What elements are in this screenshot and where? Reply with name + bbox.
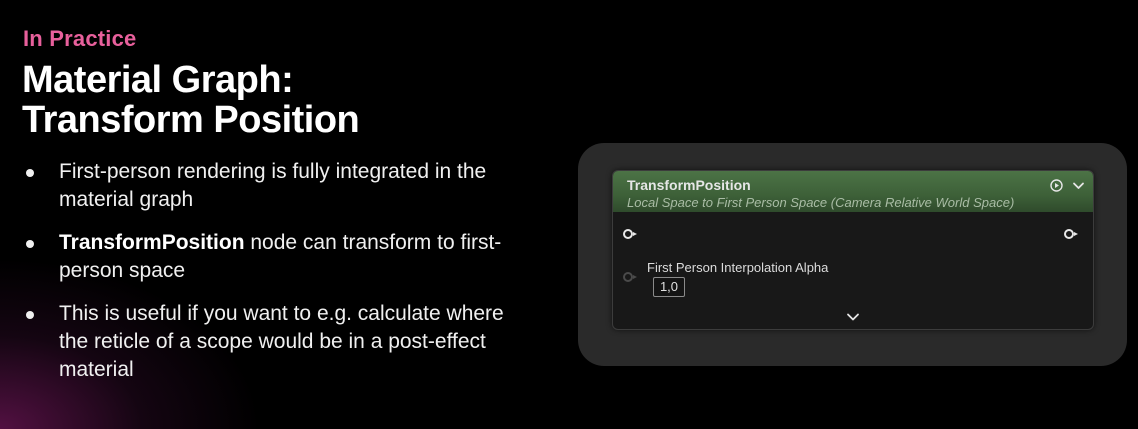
bullet-dot-icon [26,240,34,248]
bullet-item: This is useful if you want to e.g. calcu… [24,300,524,384]
bullet-dot-icon [26,311,34,319]
output-exec-pin[interactable] [1064,229,1078,239]
node-subtitle: Local Space to First Person Space (Camer… [627,195,1015,210]
bullet-item: TransformPosition node can transform to … [24,229,524,285]
bullet-list: First-person rendering is fully integrat… [24,158,524,399]
expand-chevron-icon[interactable] [846,312,860,322]
node-title: TransformPosition [627,177,751,193]
bullet-dot-icon [26,169,34,177]
bullet-text: First-person rendering is fully integrat… [59,160,487,211]
alpha-input-pin[interactable] [623,272,637,282]
alpha-input-label: First Person Interpolation Alpha [647,260,829,275]
bullet-text: This is useful if you want to e.g. calcu… [59,302,504,381]
transform-position-node[interactable]: TransformPosition Local Space to First P… [612,170,1094,330]
bullet-item: First-person rendering is fully integrat… [24,158,524,214]
slide-title-line-2: Transform Position [22,99,360,141]
node-header[interactable]: TransformPosition Local Space to First P… [613,171,1093,212]
slide-title-line-1: Material Graph: [22,59,294,101]
alpha-value-field[interactable]: 1,0 [653,277,685,297]
eyebrow-label: In Practice [23,26,137,51]
preview-toggle-icon[interactable] [1050,179,1063,192]
collapse-chevron-icon[interactable] [1072,179,1085,192]
bullet-bold-text: TransformPosition [59,231,245,254]
slide-title: Material Graph: Transform Position [22,59,360,141]
input-exec-pin[interactable] [623,229,637,239]
